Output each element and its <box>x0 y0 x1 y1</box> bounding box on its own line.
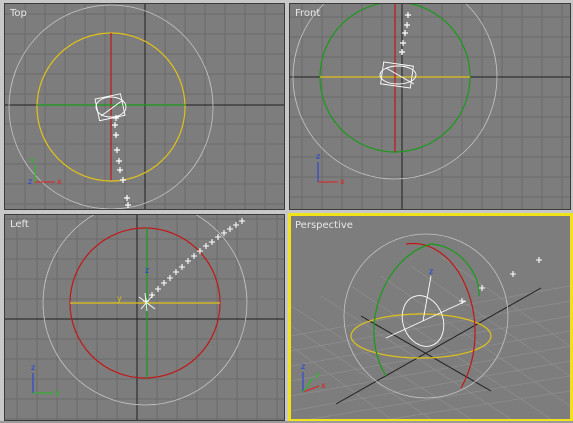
keyframe-trail <box>459 257 542 304</box>
ring-yellow <box>350 313 492 359</box>
gizmo-letter-z: z <box>145 266 149 275</box>
axis-letter-z: z <box>28 177 32 186</box>
viewport-left[interactable]: z y z y Left <box>4 214 285 421</box>
viewport-top[interactable]: y x z Top <box>4 3 285 210</box>
axis-tripod-icon: z y <box>31 363 60 397</box>
axis-letter-x: x <box>340 177 345 186</box>
axis-letter-z: z <box>316 152 320 161</box>
grid <box>5 215 284 420</box>
axis-letter-x: x <box>57 177 62 186</box>
viewport-label-left[interactable]: Left <box>10 219 29 231</box>
viewport-perspective[interactable]: z z x y Perspective <box>288 213 573 422</box>
axis-letter-y: y <box>30 155 35 164</box>
viewport-perspective-canvas[interactable]: z z x y <box>291 216 570 419</box>
ring-red <box>405 243 476 389</box>
outer-sphere <box>42 215 248 406</box>
keyframe-trail <box>143 218 245 304</box>
viewport-label-front[interactable]: Front <box>295 8 320 20</box>
keyframe-trail <box>112 115 131 208</box>
gizmo-letter-y: y <box>117 294 122 303</box>
viewport-left-canvas[interactable]: z y z y <box>5 215 284 420</box>
grid <box>290 4 570 209</box>
viewport-label-top[interactable]: Top <box>10 8 27 20</box>
major-axis-1 <box>335 287 542 405</box>
viewport-label-perspective[interactable]: Perspective <box>295 220 353 232</box>
axis-letter-y: y <box>315 370 320 379</box>
axis-letter-z: z <box>301 362 305 371</box>
keyframe-trail <box>399 12 411 55</box>
rotate-gizmo-icon[interactable] <box>379 61 417 89</box>
viewport-front-canvas[interactable]: z x <box>290 4 570 209</box>
axis-letter-y: y <box>55 388 60 397</box>
ring-green <box>373 243 432 377</box>
viewport-front[interactable]: z x Front <box>289 3 571 210</box>
gizmo-letter-z: z <box>429 267 433 276</box>
axis-letter-x: x <box>321 381 326 390</box>
axis-letter-z: z <box>31 363 35 372</box>
viewport-top-canvas[interactable]: y x z <box>5 4 284 209</box>
